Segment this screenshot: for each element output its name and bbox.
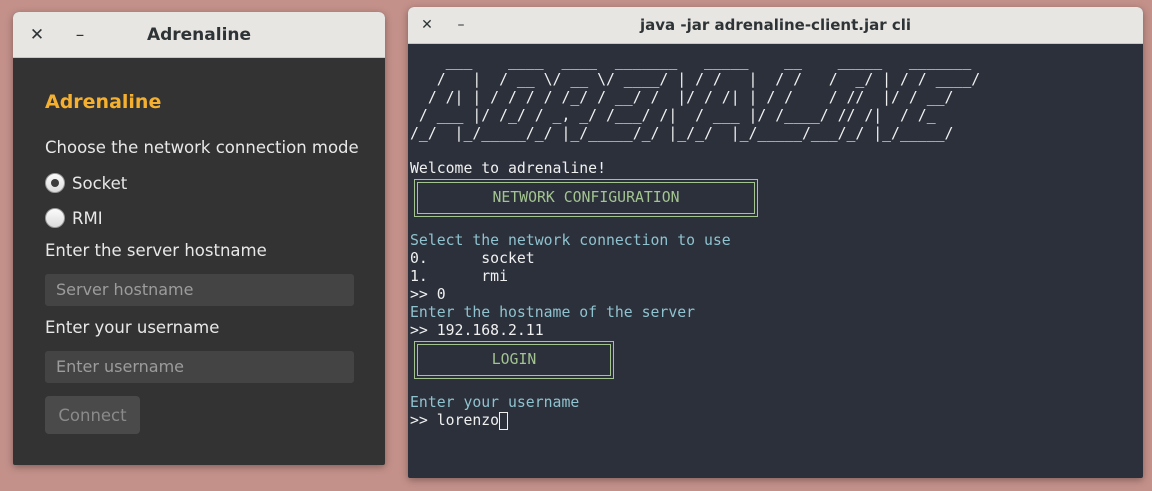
login-title: LOGIN <box>417 344 611 376</box>
input-text: >> lorenzo <box>410 412 500 429</box>
terminal-window-title: java -jar adrenaline-client.jar cli <box>639 16 912 34</box>
ascii-art-line: ___ ____ ____ _______ _____ __ _____ ___… <box>410 53 972 70</box>
login-box: LOGIN <box>414 341 614 379</box>
username-prompt: Enter your username <box>45 318 220 337</box>
ascii-art-line: / /| | / / / / /_/ / __/ / |/ / /| | / /… <box>410 89 954 106</box>
welcome-message: Welcome to adrenaline! <box>410 160 606 177</box>
gui-window-title: Adrenaline <box>146 24 252 45</box>
radio-socket[interactable]: Socket <box>45 171 127 195</box>
gui-titlebar: ✕ – Adrenaline <box>13 12 385 58</box>
radio-socket-indicator[interactable] <box>45 173 65 193</box>
option-line: 0. socket <box>410 250 535 267</box>
text-cursor <box>499 412 509 430</box>
radio-socket-label[interactable]: Socket <box>72 174 127 193</box>
network-config-title: NETWORK CONFIGURATION <box>417 182 755 214</box>
username-input[interactable]: Enter username <box>45 351 354 383</box>
ascii-art-line: /_/ |_/_____/_/ |_/_____/_/ |_/_/ |_/___… <box>410 125 954 142</box>
network-config-box: NETWORK CONFIGURATION <box>414 179 758 217</box>
input-line: >> 192.168.2.11 <box>410 322 544 339</box>
select-connection-prompt: Select the network connection to use <box>410 232 731 249</box>
current-input-line[interactable]: >> lorenzo <box>410 412 509 430</box>
app-title: Adrenaline <box>45 91 162 113</box>
input-line: >> 0 <box>410 286 446 303</box>
mode-prompt: Choose the network connection mode <box>45 138 359 157</box>
connect-button[interactable]: Connect <box>45 396 140 434</box>
radio-rmi-indicator[interactable] <box>45 208 65 228</box>
hostname-input[interactable]: Server hostname <box>45 274 354 306</box>
option-line: 1. rmi <box>410 268 508 285</box>
adrenaline-gui-window: ✕ – Adrenaline Adrenaline Choose the net… <box>13 12 385 465</box>
username-prompt: Enter your username <box>410 394 580 411</box>
radio-rmi[interactable]: RMI <box>45 206 103 230</box>
ascii-art-line: / | / __ \/ __ \/ ____/ | / / | / / / _/… <box>410 71 981 88</box>
hostname-prompt: Enter the hostname of the server <box>410 304 696 321</box>
radio-rmi-label[interactable]: RMI <box>72 209 103 228</box>
terminal-titlebar: ✕ – java -jar adrenaline-client.jar cli <box>408 7 1143 44</box>
terminal-output[interactable]: ___ ____ ____ _______ _____ __ _____ ___… <box>410 44 1143 478</box>
terminal-window: ✕ – java -jar adrenaline-client.jar cli … <box>408 7 1143 478</box>
hostname-prompt: Enter the server hostname <box>45 241 267 260</box>
ascii-art-line: / ___ |/ /_/ / _, _/ /___/ /| / ___ |/ /… <box>410 107 936 124</box>
